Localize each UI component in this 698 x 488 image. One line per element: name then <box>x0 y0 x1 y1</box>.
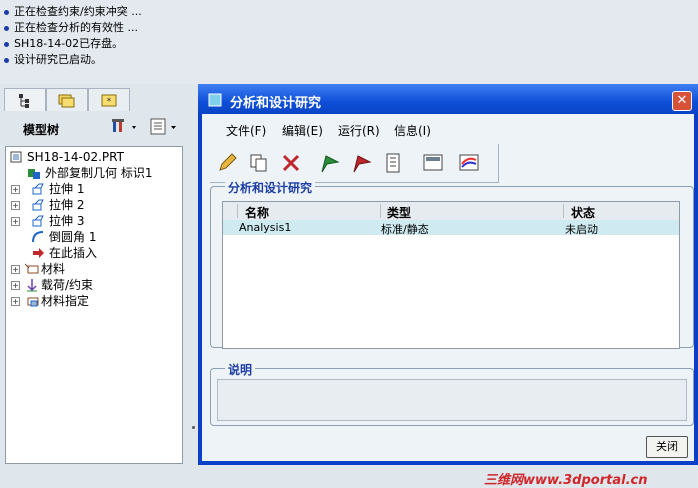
folder-icon <box>58 94 75 108</box>
column-header-status[interactable]: 状态 <box>571 204 595 221</box>
stop-run-icon[interactable] <box>350 152 372 174</box>
menu-info[interactable]: 信息(I) <box>394 122 431 139</box>
dialog-titlebar[interactable]: 分析和设计研究 ✕ <box>198 84 698 114</box>
copy-icon[interactable] <box>248 152 270 174</box>
message-line: 正在检查分析的有效性 ... <box>4 21 138 35</box>
table-header: 名称 类型 状态 <box>223 202 679 221</box>
description-title: 说明 <box>225 361 256 378</box>
expand-icon[interactable]: + <box>11 265 20 274</box>
start-run-icon[interactable] <box>318 152 340 174</box>
column-header-name[interactable]: 名称 <box>245 204 269 221</box>
description-field[interactable] <box>217 379 687 421</box>
expand-icon[interactable]: + <box>11 201 20 210</box>
extrude-icon <box>32 183 44 195</box>
round-icon <box>32 231 44 243</box>
tab-model-tree[interactable] <box>4 88 46 111</box>
expand-icon[interactable]: + <box>11 281 20 290</box>
message-area: 正在检查约束/约束冲突 ... 正在检查分析的有效性 ... SH18-14-0… <box>0 0 698 84</box>
cell-type: 标准/静态 <box>381 223 429 236</box>
extrude-icon <box>32 215 44 227</box>
part-icon <box>10 151 22 163</box>
dialog-toolbar <box>210 144 499 183</box>
status-list-icon[interactable] <box>382 152 404 174</box>
model-tree: SH18-14-02.PRT 外部复制几何 标识1 + 拉伸 1 + 拉伸 2 … <box>5 146 183 464</box>
message-line: 设计研究已启动。 <box>4 53 102 67</box>
splitter-grip-icon <box>192 426 195 429</box>
edit-pencil-icon[interactable] <box>216 152 238 174</box>
watermark: 三维网www.3dportal.cn <box>484 473 648 488</box>
delete-icon[interactable] <box>280 152 302 174</box>
settings-tools-icon[interactable] <box>110 116 140 138</box>
insert-here-arrow-icon <box>33 248 44 258</box>
expand-icon[interactable]: + <box>11 297 20 306</box>
close-icon[interactable]: ✕ <box>672 91 692 111</box>
menu-file[interactable]: 文件(F) <box>226 122 266 139</box>
expand-icon[interactable]: + <box>11 185 20 194</box>
bullet-icon <box>4 25 9 31</box>
material-icon <box>25 263 39 274</box>
menubar: 文件(F) 编辑(E) 运行(R) 信息(I) <box>202 118 694 140</box>
message-line: 正在检查约束/约束冲突 ... <box>4 5 142 19</box>
copy-geometry-icon <box>28 169 40 179</box>
bullet-icon <box>4 57 9 63</box>
description-group: 说明 <box>210 361 694 426</box>
navigator-panel: * 模型树 SH18-14-02.PRT 外部复制几何 标识1 + 拉伸 1 +… <box>0 84 190 465</box>
window-icon <box>208 93 222 107</box>
cell-status: 未启动 <box>565 223 598 236</box>
model-tree-tab-icon <box>19 94 29 108</box>
tree-toolbar: 模型树 <box>2 114 188 140</box>
tree-title: 模型树 <box>23 123 60 137</box>
svg-text:*: * <box>107 97 112 107</box>
study-table: 名称 类型 状态 Analysis1 标准/静态 未启动 <box>222 201 680 349</box>
menu-edit[interactable]: 编辑(E) <box>282 122 323 139</box>
show-options-icon[interactable] <box>148 116 182 138</box>
tab-folder-browser[interactable] <box>46 88 88 111</box>
tab-favorites[interactable]: * <box>88 88 130 111</box>
expand-icon[interactable]: + <box>11 217 20 226</box>
column-header-type[interactable]: 类型 <box>387 204 411 221</box>
load-constraint-icon <box>27 279 37 292</box>
extrude-icon <box>32 199 44 211</box>
analysis-design-study-dialog: 分析和设计研究 ✕ 文件(F) 编辑(E) 运行(R) 信息(I) 分析和设计研… <box>198 84 698 488</box>
bullet-icon <box>4 41 9 47</box>
info-panel-icon[interactable] <box>422 152 444 174</box>
favorites-icon: * <box>101 94 117 107</box>
panel-splitter[interactable] <box>190 84 198 465</box>
material-assign-icon <box>27 297 39 307</box>
dialog-title: 分析和设计研究 <box>230 96 322 111</box>
bullet-icon <box>4 9 9 15</box>
menu-run[interactable]: 运行(R) <box>338 122 380 139</box>
close-button[interactable]: 关闭 <box>646 436 688 458</box>
table-row[interactable]: Analysis1 标准/静态 未启动 <box>223 220 679 236</box>
message-line: SH18-14-02已存盘。 <box>4 37 123 51</box>
study-list-group: 分析和设计研究 名称 类型 状态 Analysis1 标准/静态 未启动 <box>210 179 694 349</box>
dialog-client: 文件(F) 编辑(E) 运行(R) 信息(I) 分析和设计研究 名称 类型 状态… <box>202 114 694 488</box>
results-icon[interactable] <box>458 152 480 174</box>
study-list-title: 分析和设计研究 <box>225 179 316 196</box>
cell-name: Analysis1 <box>239 221 292 234</box>
